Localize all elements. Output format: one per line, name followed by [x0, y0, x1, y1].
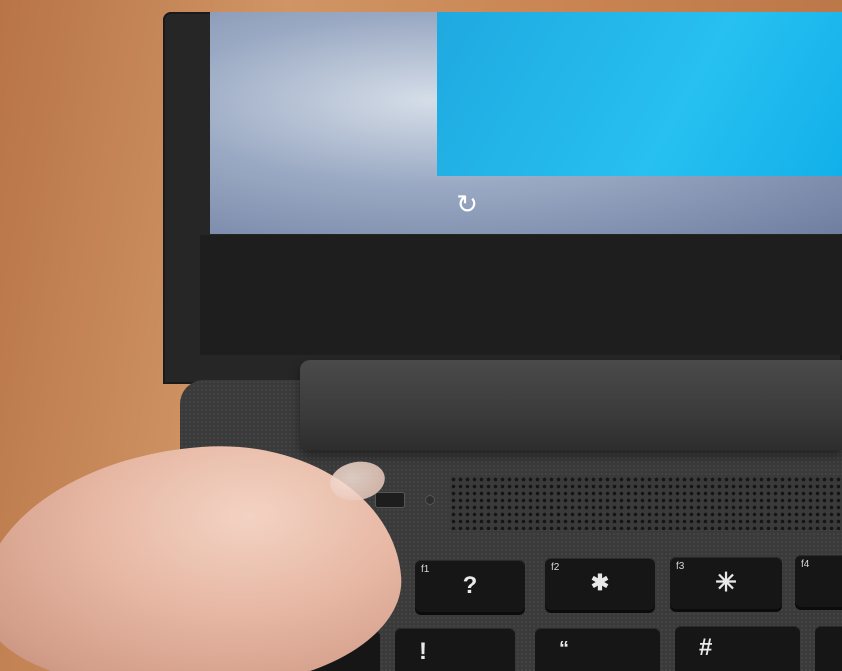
key-exclamation-label: !	[419, 638, 427, 665]
power-button-icon[interactable]	[375, 492, 405, 508]
speaker-grille	[450, 476, 842, 530]
power-led	[425, 495, 435, 505]
f1-main-label: ?	[462, 572, 478, 599]
f2-main-label: ✱	[590, 570, 610, 595]
key-hash-label: #	[699, 634, 713, 661]
key-quote-label: “	[559, 638, 569, 660]
f4-key[interactable]: f4	[795, 555, 842, 607]
lower-bezel	[200, 235, 842, 355]
key-hash[interactable]: #	[675, 626, 800, 671]
f2-key[interactable]: f2 ✱	[545, 558, 655, 610]
f4-fn-label: f4	[801, 559, 810, 570]
loading-spinner-icon: ↻	[456, 190, 478, 220]
key-quote[interactable]: “	[535, 628, 660, 671]
f3-key[interactable]: f3 ✳	[670, 557, 782, 609]
f3-main-label: ✳	[715, 567, 737, 597]
laptop-hinge	[300, 360, 842, 450]
blue-window-on-screen	[437, 12, 842, 176]
laptop-photo-scene: ↻ esc f1 ? f2 ✱ f3 ✳ f4 ! “ #	[0, 0, 842, 671]
key-partial[interactable]	[815, 626, 842, 671]
key-exclamation[interactable]: !	[395, 628, 515, 671]
f1-key[interactable]: f1 ?	[415, 560, 525, 612]
